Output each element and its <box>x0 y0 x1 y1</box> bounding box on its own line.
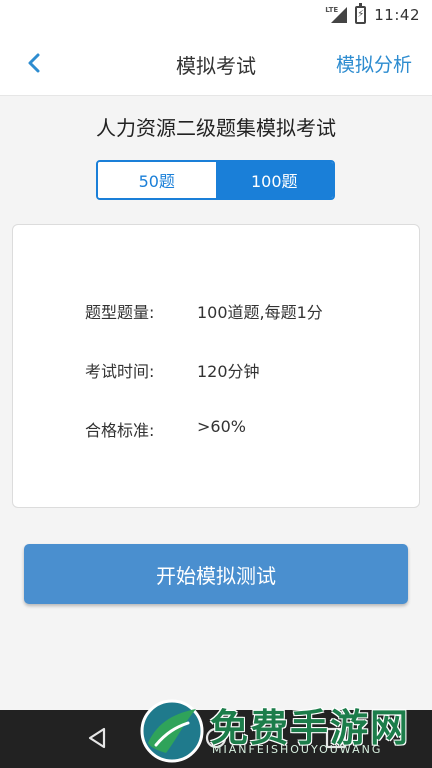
info-label: 考试时间: <box>85 362 155 381</box>
watermark-logo-icon <box>140 699 204 763</box>
option-50-questions[interactable]: 50题 <box>98 162 216 198</box>
triangle-back-icon <box>88 727 106 749</box>
info-label: 题型题量: <box>85 303 155 322</box>
info-row-exam-time: 考试时间: 120分钟 <box>85 358 260 382</box>
start-test-button[interactable]: 开始模拟测试 <box>24 544 408 604</box>
info-row-pass-standard: 合格标准: >60% <box>85 417 246 441</box>
question-count-selector: 50题 100题 <box>96 160 335 200</box>
simulation-analysis-link[interactable]: 模拟分析 <box>336 50 412 77</box>
status-time: 11:42 <box>374 6 420 24</box>
info-value: >60% <box>197 417 246 436</box>
exam-title: 人力资源二级题集模拟考试 <box>96 116 336 140</box>
status-bar: LTE ⚡ 11:42 <box>0 0 432 30</box>
site-watermark: 免费手游网 MIANFEISHOUYOUWANG <box>136 693 426 765</box>
option-100-questions[interactable]: 100题 <box>215 162 333 198</box>
info-value: 100道题,每题1分 <box>197 303 323 322</box>
watermark-subtext: MIANFEISHOUYOUWANG <box>212 743 383 756</box>
info-label: 合格标准: <box>85 421 155 440</box>
info-value: 120分钟 <box>197 362 260 381</box>
app-header: 模拟考试 模拟分析 <box>0 30 432 96</box>
nav-back-button[interactable] <box>86 726 108 754</box>
battery-icon: ⚡ <box>355 3 367 24</box>
info-row-question-type: 题型题量: 100道题,每题1分 <box>85 299 323 323</box>
exam-info-card: 题型题量: 100道题,每题1分 考试时间: 120分钟 合格标准: >60% <box>12 224 420 508</box>
signal-icon: LTE <box>325 6 348 24</box>
